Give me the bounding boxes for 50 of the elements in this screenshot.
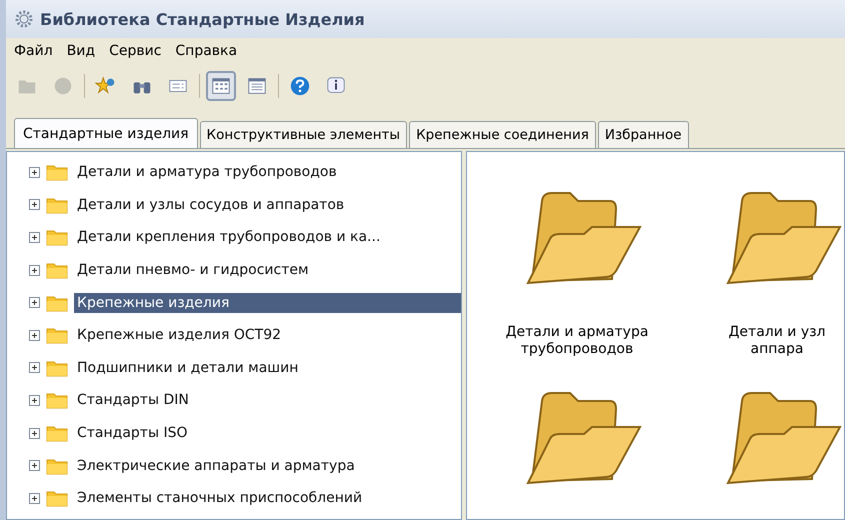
folder-icon [46, 456, 68, 475]
expand-icon[interactable] [29, 394, 40, 406]
tab[interactable]: Стандартные изделия [14, 118, 198, 148]
expand-icon[interactable] [29, 232, 40, 243]
expand-icon[interactable] [29, 362, 40, 374]
folder-icon [46, 424, 68, 442]
tree-item[interactable]: Подшипники и детали машин [74, 358, 302, 378]
list-view-icon [246, 75, 268, 97]
tab[interactable]: Конструктивные элементы [200, 121, 408, 148]
menu-item[interactable]: Вид [66, 43, 96, 59]
folder-icon [46, 489, 68, 508]
tab[interactable]: Крепежные соединения [409, 121, 596, 148]
folder-icon [46, 196, 68, 214]
tree-item[interactable]: Крепежные изделия ОСТ92 [74, 325, 284, 346]
expand-icon[interactable] [29, 166, 40, 178]
tab[interactable]: Избранное [598, 121, 689, 148]
menu-item[interactable]: Сервис [109, 43, 162, 59]
tree-item[interactable]: Детали и арматура трубопроводов [74, 162, 340, 182]
tree-item[interactable]: Крепежные изделия [74, 292, 461, 313]
folder-icon [46, 163, 68, 182]
tree-item[interactable]: Детали крепления трубопроводов и ка... [74, 227, 384, 248]
folder-label: Детали и арматура трубопроводов [506, 324, 648, 358]
folder-icon [46, 261, 68, 280]
expand-icon[interactable] [29, 264, 40, 276]
tree-item[interactable]: Стандарты ISO [74, 423, 191, 444]
folder-icon [46, 228, 68, 246]
expand-icon[interactable] [29, 297, 40, 308]
folder-icon [46, 326, 68, 344]
tree-item[interactable]: Электрические аппараты и арматура [74, 456, 358, 476]
menu-item[interactable]: Справка [175, 43, 238, 59]
folder-icon [46, 358, 68, 377]
folder-label: Детали и узл аппара [728, 324, 826, 358]
expand-icon[interactable] [29, 330, 40, 341]
expand-icon[interactable] [29, 428, 40, 439]
circle-icon [52, 75, 74, 97]
toolbar-button[interactable] [206, 71, 236, 101]
tree-item[interactable]: Детали пневмо- и гидросистем [74, 260, 312, 280]
window-title: Библиотека Стандартные Изделия [40, 10, 365, 28]
tree-item[interactable]: Стандарты DIN [74, 390, 192, 410]
folder-icon [46, 294, 68, 312]
tree-item[interactable]: Детали и узлы сосудов и аппаратов [74, 194, 348, 215]
folder-icon [46, 391, 68, 410]
expand-icon[interactable] [29, 199, 40, 210]
gear-icon [14, 9, 34, 29]
grid-view-icon [210, 75, 232, 97]
expand-icon[interactable] [29, 460, 40, 472]
tree-item[interactable]: Элементы станочных приспособлений [74, 488, 366, 508]
help-icon [289, 75, 311, 97]
expand-icon[interactable] [29, 492, 40, 504]
menu-item[interactable]: Файл [14, 43, 53, 59]
